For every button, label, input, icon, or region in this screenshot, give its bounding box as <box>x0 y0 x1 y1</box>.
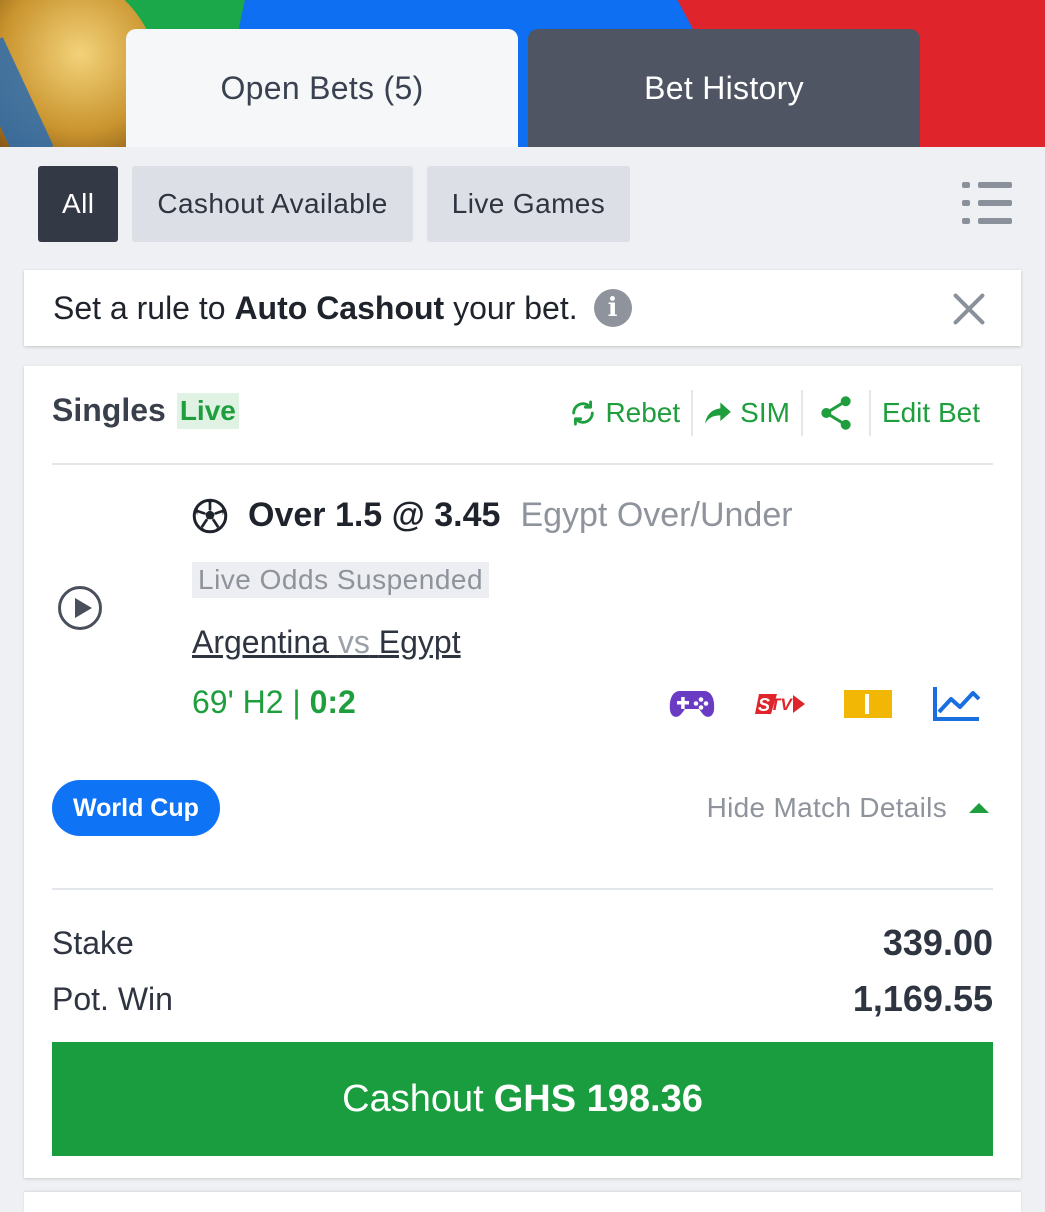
match-status: 69' H2 | 0:2 <box>192 684 356 721</box>
play-icon[interactable] <box>58 586 102 630</box>
filter-all-button[interactable]: All <box>38 166 119 242</box>
sim-button[interactable]: SIM <box>691 390 801 436</box>
share-icon <box>821 396 851 430</box>
cashout-button[interactable]: Cashout GHS 198.36 <box>52 1042 993 1156</box>
auto-cashout-banner[interactable]: Set a rule to Auto Cashout your bet. i <box>24 270 1021 346</box>
stats-chart-icon[interactable] <box>912 684 1000 724</box>
auto-cashout-suffix: your bet. <box>453 289 578 326</box>
close-icon[interactable] <box>951 291 987 327</box>
hide-match-details-toggle[interactable]: Hide Match Details <box>707 792 989 824</box>
stake-row: Stake 339.00 <box>52 922 993 964</box>
auto-cashout-text: Set a rule to Auto Cashout your bet. <box>53 290 578 327</box>
match-score: 0:2 <box>309 684 356 720</box>
hide-details-label: Hide Match Details <box>706 792 947 823</box>
cashout-amount: GHS 198.36 <box>493 1077 703 1120</box>
rebet-button[interactable]: Rebet <box>558 390 691 436</box>
edit-bet-label: Edit Bet <box>881 397 980 428</box>
pot-win-value: 1,169.55 <box>852 978 993 1019</box>
next-bet-card <box>24 1192 1021 1212</box>
match-teams-link[interactable]: Argentina vs Egypt <box>192 624 461 661</box>
tab-open-bets[interactable]: Open Bets (5) <box>126 29 518 147</box>
header-divider <box>52 463 993 465</box>
edit-bet-button[interactable]: Edit Bet <box>868 390 991 436</box>
ticket-icon[interactable] <box>824 684 912 724</box>
stv-icon[interactable]: S TV <box>736 684 824 724</box>
vs-label: vs <box>337 624 370 660</box>
bet-card: Singles Live Rebet SIM Edit Bet Over 1.5… <box>24 366 1021 1178</box>
competition-tag[interactable]: World Cup <box>52 780 220 836</box>
soccer-ball-icon <box>192 498 228 533</box>
bet-card-header: Singles Live <box>52 392 239 429</box>
filter-bar: All Cashout Available Live Games <box>38 166 631 242</box>
tab-bet-history[interactable]: Bet History <box>528 29 920 147</box>
tab-bet-history-label: Bet History <box>644 69 804 106</box>
selection-market: Egypt Over/Under <box>520 496 793 534</box>
stake-value: 339.00 <box>882 922 993 963</box>
forward-arrow-icon <box>705 402 731 424</box>
tab-open-bets-label: Open Bets (5) <box>220 69 424 106</box>
svg-text:S: S <box>758 695 770 715</box>
live-badge: Live <box>176 392 239 429</box>
match-time: 69' H2 | <box>192 684 310 720</box>
away-team: Egypt <box>378 624 461 660</box>
rebet-label: Rebet <box>605 397 681 428</box>
selection-pick: Over 1.5 @ 3.45 <box>248 496 501 534</box>
auto-cashout-prefix: Set a rule to <box>53 289 226 326</box>
gamepad-icon[interactable] <box>648 684 736 724</box>
bet-actions: Rebet SIM Edit Bet <box>558 390 991 436</box>
details-divider <box>52 888 993 890</box>
caret-up-icon <box>969 803 989 813</box>
cashout-label: Cashout <box>342 1077 484 1120</box>
stake-label: Stake <box>52 924 134 961</box>
odds-status-badge: Live Odds Suspended <box>192 562 490 598</box>
sim-label: SIM <box>740 397 790 428</box>
pot-win-row: Pot. Win 1,169.55 <box>52 978 993 1020</box>
pot-win-label: Pot. Win <box>52 980 173 1017</box>
filter-live-games-button[interactable]: Live Games <box>426 166 631 242</box>
svg-text:TV: TV <box>770 695 793 714</box>
filter-cashout-available-button[interactable]: Cashout Available <box>132 166 413 242</box>
media-icons: S TV <box>648 684 1000 724</box>
auto-cashout-bold: Auto Cashout <box>234 289 445 326</box>
home-team: Argentina <box>192 624 329 660</box>
selection-line: Over 1.5 @ 3.45 Egypt Over/Under <box>192 496 793 535</box>
list-view-icon[interactable] <box>962 180 1012 226</box>
share-button[interactable] <box>800 390 869 436</box>
refresh-icon <box>572 400 595 426</box>
bet-type-label: Singles <box>52 392 166 428</box>
info-icon[interactable]: i <box>593 289 632 327</box>
